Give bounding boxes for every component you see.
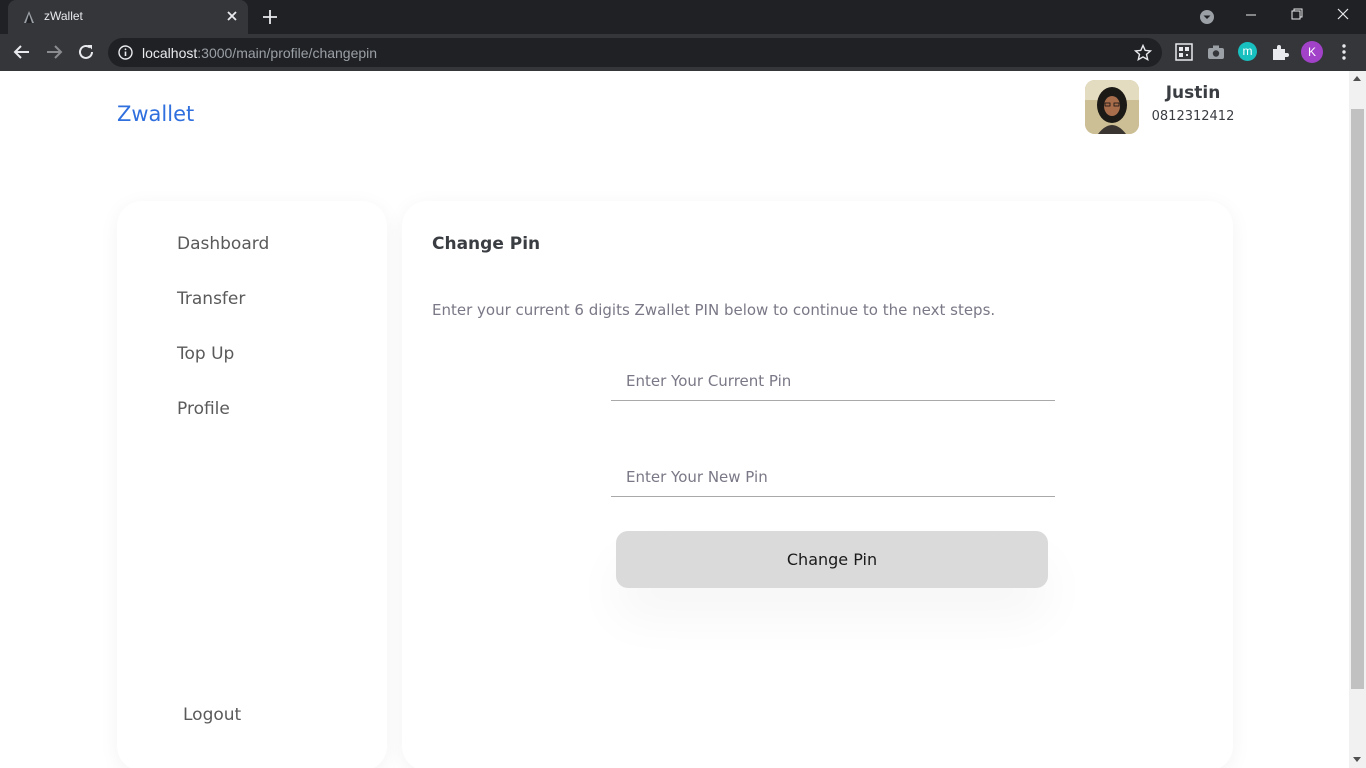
sidebar-item-profile[interactable]: Profile	[177, 399, 230, 419]
sidebar-item-dashboard[interactable]: Dashboard	[177, 234, 269, 254]
new-tab-icon[interactable]	[260, 7, 280, 27]
user-photo-icon	[1085, 80, 1139, 134]
url-host: localhost	[142, 45, 198, 61]
favicon-icon	[24, 11, 34, 23]
bookmark-star-icon[interactable]	[1134, 44, 1152, 62]
user-phone: 0812312412	[1151, 109, 1235, 124]
browser-toolbar: localhost:3000/main/profile/changepin m …	[0, 34, 1366, 71]
m-extension-icon[interactable]: m	[1238, 42, 1257, 61]
page-content: Zwallet Justin 0812312412 Dashboard Tran…	[0, 71, 1349, 768]
user-avatar[interactable]	[1085, 80, 1139, 134]
browser-tab[interactable]: zWallet	[8, 0, 248, 34]
site-info-icon[interactable]	[118, 45, 133, 60]
extensions-puzzle-icon[interactable]	[1270, 42, 1290, 62]
url-path: :3000/main/profile/changepin	[197, 45, 378, 61]
scroll-down-icon[interactable]	[1353, 757, 1361, 762]
page-title: Change Pin	[432, 234, 541, 254]
url-text[interactable]: localhost:3000/main/profile/changepin	[142, 45, 377, 61]
address-bar[interactable]: localhost:3000/main/profile/changepin	[108, 38, 1162, 67]
sidebar: Dashboard Transfer Top Up Profile Logout	[117, 201, 387, 768]
sidebar-item-top-up[interactable]: Top Up	[177, 344, 234, 364]
brand-logo[interactable]: Zwallet	[117, 102, 194, 126]
user-name: Justin	[1165, 83, 1221, 103]
change-pin-button[interactable]: Change Pin	[616, 531, 1048, 588]
restore-icon[interactable]	[1274, 0, 1320, 32]
minimize-icon[interactable]	[1228, 0, 1274, 32]
scroll-up-icon[interactable]	[1353, 76, 1361, 81]
page-description: Enter your current 6 digits Zwallet PIN …	[432, 301, 996, 319]
browser-menu-icon[interactable]	[1334, 42, 1354, 62]
close-tab-icon[interactable]	[223, 7, 241, 25]
page-scrollbar[interactable]	[1349, 71, 1366, 768]
change-pin-card: Change Pin Enter your current 6 digits Z…	[402, 201, 1233, 768]
scrollbar-thumb[interactable]	[1351, 109, 1364, 689]
browser-tab-bar: zWallet	[0, 0, 1366, 34]
new-pin-input[interactable]	[611, 457, 1055, 497]
sidebar-item-transfer[interactable]: Transfer	[177, 289, 245, 309]
close-window-icon[interactable]	[1320, 0, 1366, 32]
reload-icon[interactable]	[75, 41, 97, 63]
qr-code-extension-icon[interactable]	[1174, 42, 1194, 62]
tab-search-icon[interactable]	[1198, 8, 1216, 26]
camera-extension-icon[interactable]	[1206, 42, 1226, 62]
current-pin-input[interactable]	[611, 361, 1055, 401]
forward-icon[interactable]	[43, 41, 65, 63]
browser-profile-avatar[interactable]: K	[1301, 41, 1323, 63]
tab-title: zWallet	[44, 9, 83, 23]
logout-button[interactable]: Logout	[183, 705, 241, 725]
back-icon[interactable]	[11, 41, 33, 63]
